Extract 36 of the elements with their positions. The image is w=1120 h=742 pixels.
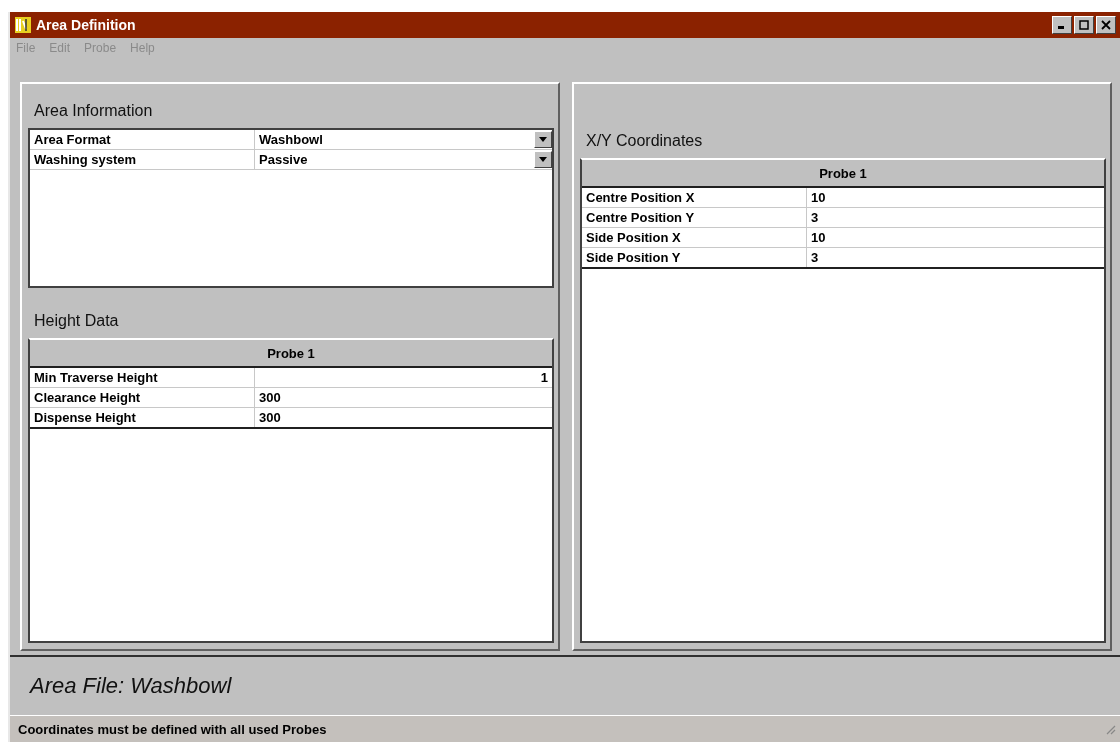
table-cell[interactable]: 3: [807, 248, 1104, 267]
window-title: Area Definition: [36, 17, 137, 33]
dropdown-button[interactable]: [534, 151, 552, 168]
resize-grip-icon: [1104, 723, 1116, 735]
section-heading: X/Y Coordinates: [585, 131, 704, 151]
table-cell: Dispense Height: [30, 408, 255, 427]
app-icon: [14, 16, 32, 34]
table-cell[interactable]: 10: [807, 228, 1104, 247]
status-text: Coordinates must be defined with all used Probes: [18, 721, 327, 737]
table-cell: Washing system: [30, 150, 255, 169]
table-cell: Side Position X: [582, 228, 807, 247]
table-cell: Side Position Y: [582, 248, 807, 267]
table-cell: Min Traverse Height: [30, 368, 255, 387]
section-heading: Area Information: [33, 101, 154, 121]
section-heading: Height Data: [33, 311, 120, 331]
maximize-icon: [1079, 20, 1089, 30]
minimize-button[interactable]: [1052, 16, 1072, 34]
dropdown-button[interactable]: [534, 131, 552, 148]
table-cell[interactable]: 300: [255, 408, 552, 427]
column-header: Probe 1: [30, 340, 552, 366]
caret-icon: [539, 157, 547, 162]
table-cell: Area Format: [30, 130, 255, 149]
table-cell[interactable]: 1: [255, 368, 552, 387]
dropdown-field[interactable]: Passive: [255, 150, 534, 169]
table-cell: Centre Position Y: [582, 208, 807, 227]
maximize-button[interactable]: [1074, 16, 1094, 34]
table-cell[interactable]: 3: [807, 208, 1104, 227]
table-cell: Clearance Height: [30, 388, 255, 407]
table-cell[interactable]: 10: [807, 188, 1104, 207]
caret-icon: [539, 137, 547, 142]
dropdown-field[interactable]: Washbowl: [255, 130, 534, 149]
table-cell: Centre Position X: [582, 188, 807, 207]
close-icon: [1101, 20, 1111, 30]
column-header: Probe 1: [582, 160, 1104, 186]
close-button[interactable]: [1096, 16, 1116, 34]
table-cell[interactable]: 300: [255, 388, 552, 407]
